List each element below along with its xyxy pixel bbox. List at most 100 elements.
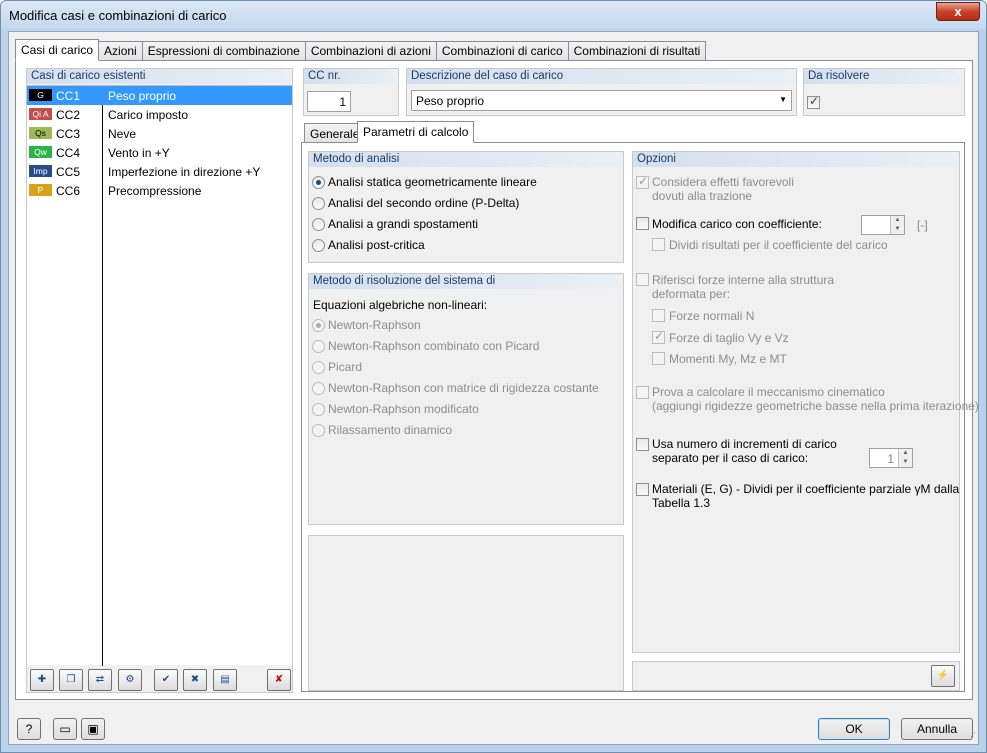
options-title: Opzioni <box>633 152 959 167</box>
cc-number-field[interactable]: 1 <box>307 91 351 112</box>
normal-forces-label: Forze normali N <box>669 309 755 323</box>
refer-forces-label-1: Riferisci forze interne alla struttura <box>652 273 835 287</box>
tab-combinazioni-risultati[interactable]: Combinazioni di risultati <box>567 41 707 60</box>
list-item[interactable]: Imp CC5 Imperfezione in direzione +Y <box>27 162 292 181</box>
tab-espressioni[interactable]: Espressioni di combinazione <box>141 41 306 60</box>
resize-grip-icon[interactable]: ⋰ <box>967 731 976 742</box>
analysis-radio[interactable] <box>312 239 325 252</box>
options-footer: ⚡ <box>632 661 960 691</box>
moments-label: Momenti My, Mz e MT <box>669 352 787 366</box>
analysis-radio-label: Analisi a grandi spostamenti <box>328 217 479 231</box>
tab-azioni[interactable]: Azioni <box>98 41 143 60</box>
tab-combinazioni-azioni[interactable]: Combinazioni di azioni <box>304 41 437 60</box>
solver-radio[interactable] <box>312 424 325 437</box>
save-icon[interactable]: ▣ <box>81 718 105 740</box>
description-value: Peso proprio <box>416 94 485 108</box>
uncheck-all-icon[interactable]: ✖ <box>183 669 207 691</box>
description-combobox[interactable]: Peso proprio ▼ <box>411 90 792 111</box>
solver-radio[interactable] <box>312 319 325 332</box>
loadcase-id: CC6 <box>56 184 81 198</box>
load-increments-value: 1 <box>887 452 894 466</box>
list-item[interactable]: G CC1 Peso proprio <box>27 86 292 105</box>
analysis-method-group: Metodo di analisi Analisi statica geomet… <box>308 151 624 263</box>
loadcase-id: CC2 <box>56 108 81 122</box>
solver-radio[interactable] <box>312 340 325 353</box>
solver-radio[interactable] <box>312 403 325 416</box>
check-all-icon[interactable]: ✔ <box>154 669 178 691</box>
calc-params-panel: Metodo di analisi Analisi statica geomet… <box>301 142 979 692</box>
analysis-radio[interactable] <box>312 176 325 189</box>
options-group: Opzioni Considera effetti favorevoli dov… <box>632 151 979 653</box>
solver-method-title: Metodo di risoluzione del sistema di <box>309 274 623 289</box>
kinematic-label-2: (aggiungi rigidezze geometriche basse ne… <box>652 399 979 413</box>
to-solve-checkbox[interactable] <box>807 94 820 109</box>
solver-radio[interactable] <box>312 361 325 374</box>
analysis-radio-label: Analisi statica geometricamente lineare <box>328 175 537 189</box>
loadcase-description: Carico imposto <box>108 108 189 122</box>
window-title: Modifica casi e combinazioni di carico <box>9 8 227 23</box>
dialog-client: Casi di carico Azioni Espressioni di com… <box>8 31 979 745</box>
divide-results-label: Dividi risultati per il coefficiente del… <box>669 238 888 252</box>
loadcase-description: Vento in +Y <box>108 146 170 160</box>
modify-load-label: Modifica carico con coefficiente: <box>652 217 822 231</box>
loadcase-list[interactable]: G CC1 Peso proprio Qi A CC2 Carico imposto Qs C… <box>27 85 292 666</box>
load-increments-checkbox[interactable] <box>636 438 649 451</box>
load-increments-label-2: separato per il caso di carico: <box>652 451 809 465</box>
solver-radio-label: Newton-Raphson combinato con Picard <box>328 339 540 353</box>
modify-load-checkbox[interactable] <box>636 217 649 230</box>
to-solve-icon[interactable]: ▤ <box>213 669 237 691</box>
kinematic-label-1: Prova a calcolare il meccanismo cinemati… <box>652 385 885 399</box>
loadcase-badge: Imp <box>29 165 52 177</box>
load-coefficient-stepper[interactable]: ▲ ▼ <box>861 215 905 235</box>
tab-combinazioni-carico[interactable]: Combinazioni di carico <box>435 41 569 60</box>
list-item[interactable]: P CC6 Precompressione <box>27 181 292 200</box>
solver-radio-label: Newton-Raphson modificato <box>328 402 479 416</box>
shear-forces-label: Forze di taglio Vy e Vz <box>669 331 789 345</box>
new-loadcase-icon[interactable]: ✚ <box>30 669 54 691</box>
analysis-radio[interactable] <box>312 197 325 210</box>
to-solve-group: Da risolvere <box>803 68 965 116</box>
loadcase-id: CC5 <box>56 165 81 179</box>
copy-loadcase-icon[interactable]: ❐ <box>59 669 83 691</box>
renumber-icon[interactable]: ⇄ <box>88 669 112 691</box>
loadcase-description: Imperfezione in direzione +Y <box>108 165 261 179</box>
solver-radio-label: Rilassamento dinamico <box>328 423 453 437</box>
moments-checkbox[interactable] <box>652 352 665 365</box>
materials-checkbox[interactable] <box>636 483 649 496</box>
analysis-radio-label: Analisi post-critica <box>328 238 425 252</box>
loadcase-id: CC1 <box>56 89 81 103</box>
description-label: Descrizione del caso di carico <box>407 69 796 84</box>
normal-forces-checkbox[interactable] <box>652 309 665 322</box>
to-solve-label: Da risolvere <box>804 69 964 84</box>
list-item[interactable]: Qs CC3 Neve <box>27 124 292 143</box>
load-increments-stepper[interactable]: 1 ▲ ▼ <box>869 448 913 468</box>
cc-number-group: CC nr. 1 <box>303 68 399 116</box>
list-item[interactable]: Qw CC4 Vento in +Y <box>27 143 292 162</box>
favorable-effects-checkbox[interactable] <box>636 174 649 189</box>
solver-subtitle: Equazioni algebriche non-lineari: <box>313 298 488 312</box>
title-bar: Modifica casi e combinazioni di carico x <box>1 1 986 29</box>
cancel-button[interactable]: Annulla <box>901 718 973 740</box>
loadcase-badge: Qw <box>29 146 52 158</box>
generate-icon[interactable]: ⚙ <box>118 669 142 691</box>
analysis-radio[interactable] <box>312 218 325 231</box>
ok-button[interactable]: OK <box>818 718 890 740</box>
list-item[interactable]: Qi A CC2 Carico imposto <box>27 105 292 124</box>
subtab-parametri[interactable]: Parametri di calcolo <box>357 121 475 143</box>
divide-results-checkbox[interactable] <box>652 238 665 251</box>
close-button[interactable]: x <box>936 2 980 21</box>
analysis-radio-label: Analisi del secondo ordine (P-Delta) <box>328 196 520 210</box>
set-default-icon[interactable]: ⚡ <box>931 665 955 687</box>
open-folder-icon[interactable]: ▭ <box>53 718 77 740</box>
help-icon[interactable]: ? <box>17 718 41 740</box>
tab-casi-di-carico[interactable]: Casi di carico <box>15 39 100 61</box>
loadcase-badge: Qs <box>29 127 52 139</box>
solver-radio[interactable] <box>312 382 325 395</box>
refer-forces-checkbox[interactable] <box>636 273 649 286</box>
kinematic-checkbox[interactable] <box>636 386 649 399</box>
cc-number-label: CC nr. <box>304 69 398 84</box>
shear-forces-checkbox[interactable] <box>652 329 665 344</box>
existing-loadcases-panel: Casi di carico esistenti G CC1 Peso propri… <box>26 68 293 693</box>
delete-icon[interactable]: ✘ <box>267 669 291 691</box>
description-group: Descrizione del caso di carico Peso prop… <box>406 68 797 116</box>
